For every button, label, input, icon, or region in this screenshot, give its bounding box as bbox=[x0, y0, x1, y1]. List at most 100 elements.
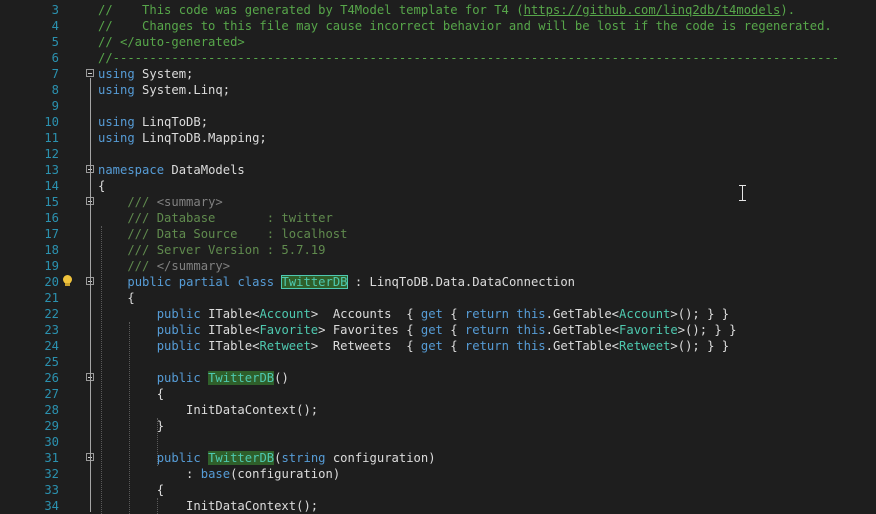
code-token: >(); } } bbox=[677, 323, 737, 337]
lightbulb-icon[interactable] bbox=[62, 275, 73, 286]
code-token: return bbox=[464, 323, 509, 337]
code-token: { bbox=[98, 179, 106, 193]
code-line[interactable]: 16 /// Database : twitter bbox=[0, 210, 876, 226]
code-line[interactable]: 8 using System.Linq; bbox=[0, 82, 876, 98]
code-line[interactable]: 28 InitDataContext(); bbox=[0, 402, 876, 418]
code-token: public bbox=[156, 307, 201, 321]
line-number: 27 bbox=[44, 387, 59, 401]
code-text: } bbox=[98, 418, 164, 434]
collapse-minus-icon[interactable] bbox=[86, 69, 94, 77]
code-line[interactable]: 23 public ITable<Favorite> Favorites { g… bbox=[0, 322, 876, 338]
code-text: : base(configuration) bbox=[98, 466, 340, 482]
line-number: 20 bbox=[44, 275, 59, 289]
code-token: >(); } } bbox=[670, 307, 730, 321]
indent-guide bbox=[157, 498, 158, 514]
code-line[interactable]: 4 // Changes to this file may cause incor… bbox=[0, 18, 876, 34]
code-text: using System.Linq; bbox=[98, 82, 230, 98]
code-line[interactable]: 17 /// Data Source : localhost bbox=[0, 226, 876, 242]
code-link[interactable]: https://github.com/linq2db/t4models bbox=[524, 3, 781, 17]
code-token: string bbox=[281, 451, 326, 465]
line-number: 11 bbox=[44, 131, 59, 145]
line-number: 4 bbox=[51, 19, 59, 33]
code-text: public ITable<Retweet> Retweets { get { … bbox=[98, 338, 729, 354]
code-editor[interactable]: 3 // This code was generated by T4Model t… bbox=[0, 0, 876, 514]
code-token: () bbox=[274, 371, 289, 385]
code-line[interactable]: 13 namespace DataModels bbox=[0, 162, 876, 178]
code-token: partial bbox=[178, 275, 231, 289]
code-token: > Retweets { bbox=[310, 339, 421, 353]
code-token: base bbox=[200, 467, 231, 481]
outline-line bbox=[90, 78, 91, 176]
code-line[interactable]: 3 // This code was generated by T4Model t… bbox=[0, 2, 876, 18]
indent-guide bbox=[157, 418, 158, 466]
code-token: .GetTable< bbox=[545, 323, 620, 337]
code-token: { bbox=[98, 387, 165, 401]
code-token: using bbox=[98, 131, 135, 145]
code-token: public bbox=[156, 339, 201, 353]
code-token: public bbox=[127, 275, 172, 289]
code-line[interactable]: 32 : base(configuration) bbox=[0, 466, 876, 482]
code-line[interactable]: 27 { bbox=[0, 386, 876, 402]
code-line[interactable]: 9 bbox=[0, 98, 876, 114]
code-text: using System; bbox=[98, 66, 193, 82]
code-text: /// Database : twitter bbox=[98, 210, 332, 226]
code-text: public partial class TwitterDB : LinqToD… bbox=[98, 274, 575, 290]
code-line[interactable]: 30 bbox=[0, 434, 876, 450]
code-line[interactable]: 34 InitDataContext(); bbox=[0, 498, 876, 514]
code-token: TwitterDB bbox=[208, 451, 275, 465]
code-text: // Changes to this file may cause incorr… bbox=[98, 18, 832, 34]
code-token: System; bbox=[134, 67, 194, 81]
code-token: /// Server Version : 5.7.19 bbox=[98, 243, 326, 257]
code-token: (configuration) bbox=[230, 467, 341, 481]
code-text: InitDataContext(); bbox=[98, 402, 318, 418]
line-number: 18 bbox=[44, 243, 59, 257]
line-number: 17 bbox=[44, 227, 59, 241]
code-text: // </auto-generated> bbox=[98, 34, 245, 50]
code-token: >(); } } bbox=[670, 339, 730, 353]
code-line[interactable]: 7 using System; bbox=[0, 66, 876, 82]
code-token: class bbox=[237, 275, 275, 289]
code-text: { bbox=[98, 482, 164, 498]
code-line[interactable]: 29 } bbox=[0, 418, 876, 434]
code-text: /// <summary> bbox=[98, 194, 223, 210]
code-line[interactable]: 25 bbox=[0, 354, 876, 370]
code-line[interactable]: 20 public partial class TwitterDB : Linq… bbox=[0, 274, 876, 290]
code-text: public TwitterDB() bbox=[98, 370, 289, 386]
code-line[interactable]: 22 public ITable<Account> Accounts { get… bbox=[0, 306, 876, 322]
code-text: public ITable<Account> Accounts { get { … bbox=[98, 306, 729, 322]
line-number: 5 bbox=[51, 35, 59, 49]
code-line[interactable]: 31 public TwitterDB(string configuration… bbox=[0, 450, 876, 466]
code-text: { bbox=[98, 178, 105, 194]
code-line[interactable]: 33 { bbox=[0, 482, 876, 498]
code-token: { bbox=[98, 483, 165, 497]
line-number: 14 bbox=[44, 179, 59, 193]
code-line[interactable]: 18 /// Server Version : 5.7.19 bbox=[0, 242, 876, 258]
code-line[interactable]: 5 // </auto-generated> bbox=[0, 34, 876, 50]
code-token: Favorite bbox=[619, 323, 678, 337]
code-token: .GetTable< bbox=[545, 307, 620, 321]
outline-line bbox=[90, 462, 91, 512]
code-line[interactable]: 21 { bbox=[0, 290, 876, 306]
code-text: InitDataContext(); bbox=[98, 498, 318, 514]
code-line[interactable]: 12 bbox=[0, 146, 876, 162]
code-line[interactable]: 10 using LinqToDB; bbox=[0, 114, 876, 130]
code-text: { bbox=[98, 290, 134, 306]
line-number: 13 bbox=[44, 163, 59, 177]
code-token: ITable< bbox=[200, 323, 260, 337]
code-line[interactable]: 26 public TwitterDB() bbox=[0, 370, 876, 386]
line-number: 3 bbox=[51, 3, 59, 17]
line-number: 10 bbox=[44, 115, 59, 129]
code-token: <summary> bbox=[156, 195, 223, 209]
code-line[interactable]: 19 /// </summary> bbox=[0, 258, 876, 274]
code-line[interactable]: 6 //-------------------------------------… bbox=[0, 50, 876, 66]
code-token: Retweet bbox=[619, 339, 671, 353]
code-token: LinqToDB.Mapping; bbox=[134, 131, 267, 145]
code-line[interactable]: 24 public ITable<Retweet> Retweets { get… bbox=[0, 338, 876, 354]
text-ibeam-cursor-icon bbox=[739, 185, 747, 201]
code-line[interactable]: 11 using LinqToDB.Mapping; bbox=[0, 130, 876, 146]
code-token: InitDataContext(); bbox=[98, 403, 319, 417]
